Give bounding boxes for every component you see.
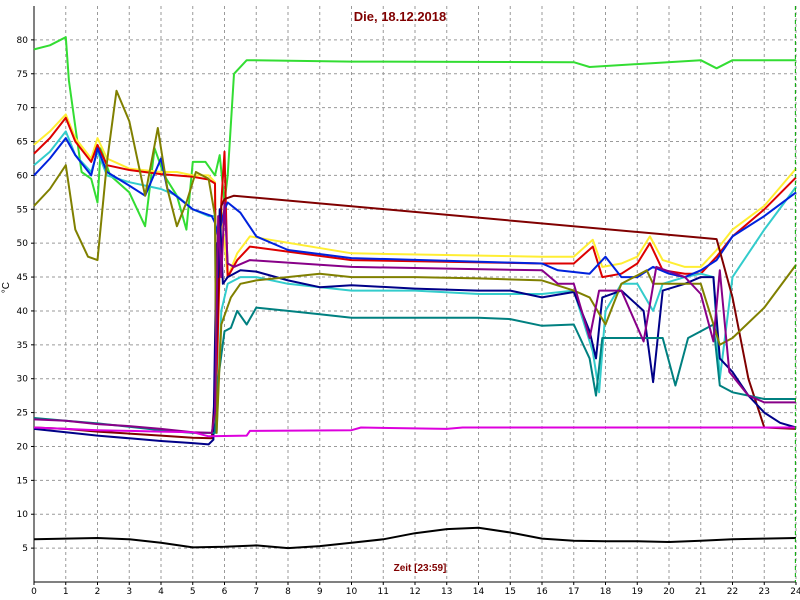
x-tick-label: 10: [346, 587, 358, 597]
y-axis-label: °C: [1, 282, 12, 294]
temperature-chart: 5101520253035404550556065707580 01234567…: [17, 6, 800, 597]
y-tick-label: 60: [17, 171, 29, 181]
x-tick-label: 12: [409, 587, 420, 597]
y-tick-label: 75: [17, 70, 28, 80]
y-tick-label: 5: [22, 544, 28, 554]
x-tick-label: 3: [126, 587, 132, 597]
x-tick-label: 7: [253, 587, 259, 597]
y-tick-label: 55: [17, 205, 28, 215]
y-tick-label: 10: [17, 510, 29, 520]
x-tick-label: 24: [790, 587, 800, 597]
x-tick-label: 21: [695, 587, 706, 597]
y-tick-label: 35: [17, 341, 28, 351]
x-tick-label: 4: [158, 587, 164, 597]
x-tick-label: 19: [632, 587, 644, 597]
chart-title: Die, 18.12.2018: [353, 9, 447, 24]
x-tick-label: 23: [759, 587, 770, 597]
x-tick-label: 17: [568, 587, 579, 597]
x-tick-label: 11: [378, 587, 389, 597]
x-tick-label: 16: [536, 587, 548, 597]
x-tick-label: 20: [663, 587, 675, 597]
y-tick-label: 45: [17, 273, 28, 283]
x-tick-label: 18: [600, 587, 612, 597]
series-lines: [33, 36, 797, 550]
x-tick-label: 2: [95, 587, 101, 597]
y-tick-label: 65: [17, 138, 28, 148]
axes: [31, 6, 797, 585]
x-tick-label: 6: [222, 587, 228, 597]
x-tick-label: 9: [317, 587, 323, 597]
y-tick-labels: 5 10 15 20 25 30 35 40 45 50 55 60 65 70 75 80: [17, 36, 29, 554]
x-tick-label: 14: [473, 587, 485, 597]
y-tick-label: 40: [17, 307, 29, 317]
x-tick-label: 1: [63, 587, 69, 597]
x-tick-label: 5: [190, 587, 196, 597]
x-tick-label: 22: [727, 587, 738, 597]
y-tick-label: 50: [17, 239, 29, 249]
grid-lines: [34, 6, 797, 582]
y-tick-label: 20: [17, 442, 29, 452]
y-tick-label: 25: [17, 409, 28, 419]
x-tick-label: 15: [505, 587, 516, 597]
y-tick-label: 15: [17, 476, 28, 486]
x-tick-label: 13: [441, 587, 452, 597]
x-axis-label: Zeit [23:59]: [393, 563, 447, 574]
y-tick-label: 80: [17, 36, 29, 46]
y-tick-label: 70: [17, 104, 29, 114]
x-tick-label: 0: [31, 587, 37, 597]
x-tick-label: 8: [285, 587, 291, 597]
y-tick-label: 30: [17, 375, 29, 385]
x-tick-labels: 0 1 2 3 4 5 6 7 8 9 10 11 12 13 14 15 16 17 18 19 20 21 22 23 24: [31, 587, 800, 597]
